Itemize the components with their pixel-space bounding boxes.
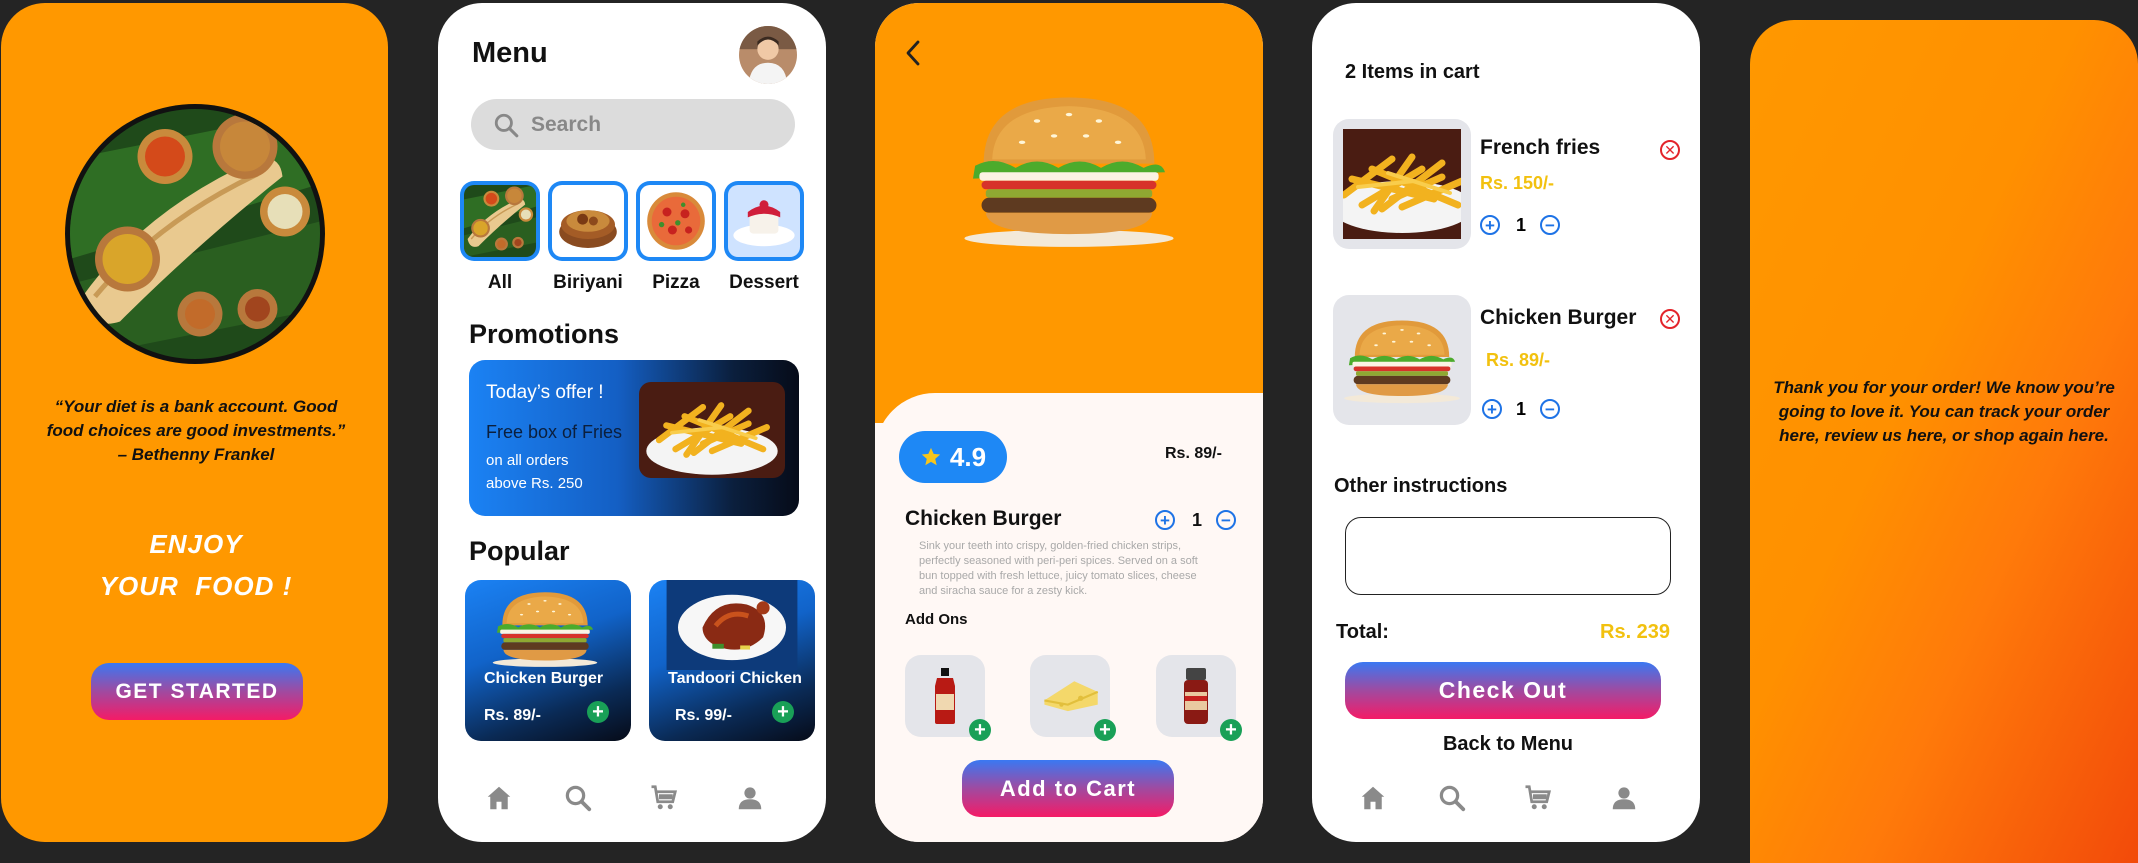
addon-cheese[interactable]: + <box>1030 655 1116 741</box>
decrease-qty-button[interactable]: − <box>1540 215 1560 235</box>
popular-name: Tandoori Chicken <box>668 670 802 687</box>
page-title: Menu <box>472 37 548 69</box>
popular-price: Rs. 99/- <box>675 707 732 724</box>
search-icon[interactable] <box>563 783 593 813</box>
decrease-qty-button[interactable]: − <box>1216 510 1236 530</box>
rating-badge: 4.9 <box>899 431 1007 483</box>
addons-title: Add Ons <box>905 611 968 628</box>
profile-icon[interactable] <box>735 783 765 813</box>
cart-item-price: Rs. 89/- <box>1486 350 1551 370</box>
promo-line-2: above Rs. 250 <box>486 475 583 492</box>
cart-item-image-burger <box>1333 295 1471 425</box>
hero-food-image <box>65 104 325 364</box>
profile-icon[interactable] <box>1609 783 1639 813</box>
menu-screen: Menu Search All Biriyani Pizza Dessert P… <box>438 3 826 842</box>
increase-qty-button[interactable]: + <box>1480 215 1500 235</box>
search-icon <box>494 113 519 137</box>
promo-headline: Free box of Fries <box>486 422 623 442</box>
welcome-screen: “Your diet is a bank account. Good food … <box>1 3 388 842</box>
popular-price: Rs. 89/- <box>484 707 541 724</box>
category-label-biriyani: Biriyani <box>553 272 623 293</box>
back-arrow-icon[interactable] <box>903 39 923 67</box>
search-placeholder: Search <box>531 112 602 136</box>
popular-item-chicken-burger[interactable]: Chicken Burger Rs. 89/- + <box>465 580 631 741</box>
cart-item-price: Rs. 150/- <box>1480 173 1555 193</box>
home-icon[interactable] <box>484 783 514 813</box>
category-pizza[interactable] <box>636 181 716 261</box>
welcome-quote: “Your diet is a bank account. Good food … <box>46 397 346 464</box>
promo-fries-image <box>639 382 785 478</box>
cart-item-name: French fries <box>1480 136 1601 159</box>
addon-seasoning[interactable]: + <box>1156 655 1242 741</box>
promo-title: Today’s offer ! <box>486 382 604 403</box>
category-all[interactable] <box>460 181 540 261</box>
promotions-title: Promotions <box>469 319 620 349</box>
category-dessert[interactable] <box>724 181 804 261</box>
instructions-input[interactable] <box>1345 517 1671 595</box>
qty-value: 1 <box>1516 215 1527 235</box>
remove-item-icon[interactable]: ✕ <box>1660 140 1680 160</box>
add-plus-icon[interactable]: + <box>1094 719 1116 741</box>
promo-line-1: on all orders <box>486 452 569 469</box>
star-icon <box>921 447 941 466</box>
increase-qty-button[interactable]: + <box>1155 510 1175 530</box>
popular-item-tandoori-chicken[interactable]: Tandoori Chicken Rs. 99/- + <box>649 580 815 741</box>
enjoy-heading: ENJOY YOUR FOOD ! <box>61 523 331 607</box>
cart-icon[interactable] <box>649 783 679 813</box>
add-plus-icon[interactable]: + <box>1220 719 1242 741</box>
enjoy-line-2: YOUR FOOD ! <box>99 571 293 601</box>
back-to-menu-link[interactable]: Back to Menu <box>1312 733 1700 756</box>
cart-item-name: Chicken Burger <box>1480 306 1637 329</box>
addon-sauce[interactable]: + <box>905 655 991 741</box>
cart-screen: 2 Items in cart French fries Rs. 150/- +… <box>1312 3 1700 842</box>
rating-value: 4.9 <box>949 441 987 472</box>
decrease-qty-button[interactable]: − <box>1540 399 1560 419</box>
thank-you-message: Thank you for your order! We know you’re… <box>1773 378 2115 445</box>
enjoy-line-1: ENJOY <box>149 529 243 559</box>
search-icon[interactable] <box>1437 783 1467 813</box>
category-label-dessert: Dessert <box>729 272 799 293</box>
search-input[interactable]: Search <box>471 99 795 150</box>
product-description: Sink your teeth into crispy, golden-frie… <box>919 540 1198 597</box>
total-value: Rs. 239 <box>1600 621 1671 643</box>
total-label: Total: <box>1336 621 1389 643</box>
cart-icon[interactable] <box>1523 783 1553 813</box>
qty-value: 1 <box>1516 399 1527 419</box>
qty-value: 1 <box>1192 510 1203 530</box>
home-icon[interactable] <box>1358 783 1388 813</box>
category-biriyani[interactable] <box>548 181 628 261</box>
add-plus-icon[interactable]: + <box>969 719 991 741</box>
add-to-cart-button[interactable]: Add to Cart <box>962 760 1174 817</box>
checkout-button[interactable]: Check Out <box>1345 662 1661 719</box>
remove-item-icon[interactable]: ✕ <box>1660 309 1680 329</box>
product-name: Chicken Burger <box>905 507 1062 530</box>
instructions-label: Other instructions <box>1334 475 1508 497</box>
product-detail-screen: 4.9 Rs. 89/- Chicken Burger + 1 − Sink y… <box>875 3 1263 842</box>
popular-name: Chicken Burger <box>484 670 604 687</box>
get-started-button[interactable]: GET STARTED <box>91 663 303 720</box>
popular-title: Popular <box>469 536 570 566</box>
avatar[interactable] <box>739 26 797 84</box>
burger-image <box>923 89 1215 249</box>
thank-you-screen: Thank you for your order! We know you’re… <box>1750 20 2138 863</box>
cart-title: 2 Items in cart <box>1345 61 1480 83</box>
category-label-all: All <box>487 272 513 293</box>
cart-item-image-fries <box>1333 119 1471 249</box>
category-label-pizza: Pizza <box>652 272 700 293</box>
increase-qty-button[interactable]: + <box>1482 399 1502 419</box>
add-plus-icon[interactable]: + <box>772 701 794 723</box>
product-price: Rs. 89/- <box>1165 445 1222 462</box>
promo-card[interactable]: Today’s offer ! Free box of Fries on all… <box>469 360 799 516</box>
add-plus-icon[interactable]: + <box>587 701 609 723</box>
